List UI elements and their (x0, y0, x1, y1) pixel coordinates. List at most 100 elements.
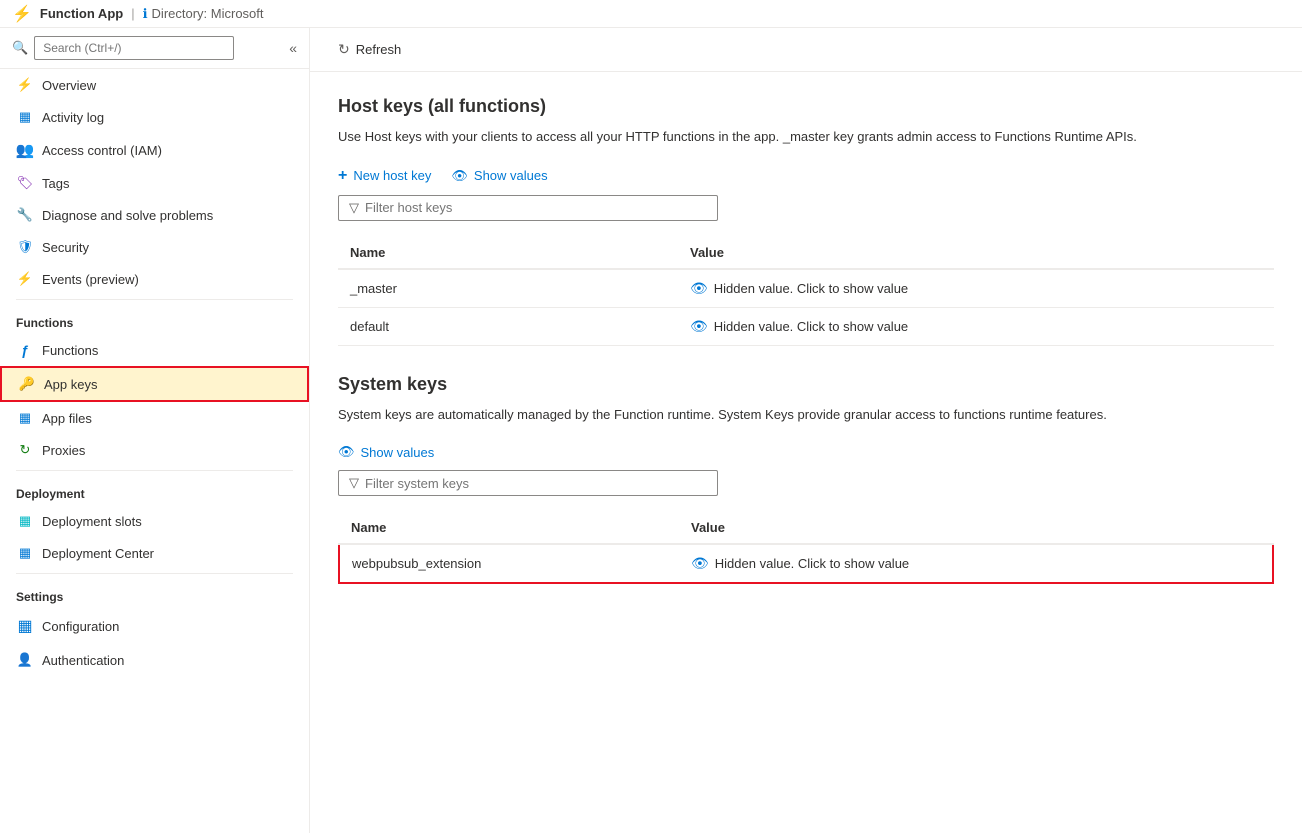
host-key-value-master[interactable]: 👁 Hidden value. Click to show value (678, 269, 1274, 308)
sidebar-item-access-control[interactable]: 👥 Access control (IAM) (0, 133, 309, 167)
search-input[interactable] (34, 36, 234, 60)
host-keys-table: Name Value _master 👁 Hidden value. Click… (338, 237, 1274, 346)
filter-icon-host: ▽ (349, 200, 359, 216)
show-values-button-host[interactable]: 👁 Show values (451, 168, 547, 184)
sidebar-item-events[interactable]: ⚡ Events (preview) (0, 263, 309, 295)
system-key-value-webpubsub[interactable]: 👁 Hidden value. Click to show value (679, 544, 1273, 583)
top-bar: ⚡ Function App | ℹ Directory: Microsoft (0, 0, 1302, 28)
host-col-name: Name (338, 237, 678, 269)
divider-functions (16, 299, 293, 300)
access-control-icon: 👥 (16, 141, 34, 159)
sidebar-item-app-files[interactable]: ▦ App files (0, 402, 309, 434)
authentication-icon: 👤 (16, 652, 34, 668)
show-values-label-system: Show values (361, 445, 435, 460)
system-keys-filter[interactable]: ▽ (338, 470, 718, 496)
sidebar-search-bar[interactable]: 🔍 « (0, 28, 309, 69)
host-keys-description: Use Host keys with your clients to acces… (338, 127, 1238, 147)
section-settings: Settings (0, 578, 309, 608)
host-col-value: Value (678, 237, 1274, 269)
eye-icon-webpubsub: 👁 (691, 555, 709, 572)
app-keys-icon: 🔑 (18, 376, 36, 392)
refresh-label: Refresh (356, 42, 402, 57)
events-icon: ⚡ (16, 271, 34, 287)
sidebar-item-label: Configuration (42, 619, 119, 634)
directory-label: ℹ Directory: Microsoft (143, 6, 264, 22)
section-functions: Functions (0, 304, 309, 334)
host-keys-actions: + New host key 👁 Show values (338, 167, 1274, 185)
info-icon: ℹ (143, 6, 148, 22)
sidebar-item-tags[interactable]: 🏷 Tags (0, 167, 309, 199)
sidebar-item-activity-log[interactable]: ▦ Activity log (0, 101, 309, 133)
sidebar-item-label: Activity log (42, 110, 104, 125)
content-area: ↻ Refresh Host keys (all functions) Use … (310, 28, 1302, 833)
system-key-name-webpubsub: webpubsub_extension (339, 544, 679, 583)
system-keys-filter-input[interactable] (365, 476, 707, 491)
sidebar-item-authentication[interactable]: 👤 Authentication (0, 644, 309, 676)
proxies-icon: ↻ (16, 442, 34, 458)
security-icon: 🛡 (16, 239, 34, 255)
sidebar-item-overview[interactable]: ⚡ Overview (0, 69, 309, 101)
system-keys-description: System keys are automatically managed by… (338, 405, 1238, 425)
toolbar: ↻ Refresh (310, 28, 1302, 72)
activity-log-icon: ▦ (16, 109, 34, 125)
functions-icon: ƒ (16, 342, 34, 358)
content-scroll: Host keys (all functions) Use Host keys … (310, 72, 1302, 833)
deployment-center-icon: ▦ (16, 545, 34, 561)
system-keys-heading: System keys (338, 374, 1274, 395)
search-icon: 🔍 (12, 40, 28, 56)
divider-deployment (16, 470, 293, 471)
show-values-button-system[interactable]: 👁 Show values (338, 444, 434, 460)
sidebar-item-deployment-slots[interactable]: ▦ Deployment slots (0, 505, 309, 537)
sidebar-item-configuration[interactable]: ▦ Configuration (0, 608, 309, 644)
host-keys-filter[interactable]: ▽ (338, 195, 718, 221)
configuration-icon: ▦ (16, 616, 34, 636)
sidebar-item-label: Access control (IAM) (42, 143, 162, 158)
sidebar: 🔍 « ⚡ Overview ▦ Activity log 👥 Access c… (0, 28, 310, 833)
sidebar-item-label: App files (42, 411, 92, 426)
system-col-name: Name (339, 512, 679, 544)
host-keys-filter-wrap: ▽ (338, 195, 1274, 221)
diagnose-icon: 🔧 (16, 207, 34, 223)
hidden-value-text-default: Hidden value. Click to show value (714, 319, 908, 334)
system-keys-filter-wrap: ▽ (338, 470, 1274, 496)
sidebar-item-deployment-center[interactable]: ▦ Deployment Center (0, 537, 309, 569)
show-values-label: Show values (474, 168, 548, 183)
hidden-value-text-master: Hidden value. Click to show value (714, 281, 908, 296)
host-key-name-default: default (338, 307, 678, 345)
refresh-icon: ↻ (338, 41, 350, 58)
system-keys-actions: 👁 Show values (338, 444, 1274, 460)
host-keys-filter-input[interactable] (365, 200, 707, 215)
sidebar-item-security[interactable]: 🛡 Security (0, 231, 309, 263)
sidebar-item-label: Functions (42, 343, 98, 358)
filter-icon-system: ▽ (349, 475, 359, 491)
divider-settings (16, 573, 293, 574)
system-col-value: Value (679, 512, 1273, 544)
sidebar-item-label: Events (preview) (42, 272, 139, 287)
sidebar-item-proxies[interactable]: ↻ Proxies (0, 434, 309, 466)
sidebar-item-label: Authentication (42, 653, 124, 668)
new-host-key-button[interactable]: + New host key (338, 167, 431, 185)
sidebar-item-label: App keys (44, 377, 97, 392)
sidebar-item-label: Tags (42, 176, 69, 191)
table-row: _master 👁 Hidden value. Click to show va… (338, 269, 1274, 308)
app-title: Function App (40, 6, 123, 21)
sidebar-item-functions[interactable]: ƒ Functions (0, 334, 309, 366)
host-key-value-default[interactable]: 👁 Hidden value. Click to show value (678, 307, 1274, 345)
overview-icon: ⚡ (16, 77, 34, 93)
sidebar-item-diagnose[interactable]: 🔧 Diagnose and solve problems (0, 199, 309, 231)
table-row: webpubsub_extension 👁 Hidden value. Clic… (339, 544, 1273, 583)
plus-icon: + (338, 167, 347, 185)
tags-icon: 🏷 (16, 175, 34, 191)
app-files-icon: ▦ (16, 410, 34, 426)
collapse-button[interactable]: « (289, 40, 297, 56)
main-layout: 🔍 « ⚡ Overview ▦ Activity log 👥 Access c… (0, 28, 1302, 833)
sidebar-item-app-keys[interactable]: 🔑 App keys (0, 366, 309, 402)
deployment-slots-icon: ▦ (16, 513, 34, 529)
eye-icon-default: 👁 (690, 318, 708, 335)
sidebar-item-label: Deployment slots (42, 514, 142, 529)
hidden-value-text-webpubsub: Hidden value. Click to show value (715, 556, 909, 571)
app-icon: ⚡ (12, 4, 32, 24)
table-row: default 👁 Hidden value. Click to show va… (338, 307, 1274, 345)
eye-icon-master: 👁 (690, 280, 708, 297)
refresh-button[interactable]: ↻ Refresh (330, 37, 409, 62)
